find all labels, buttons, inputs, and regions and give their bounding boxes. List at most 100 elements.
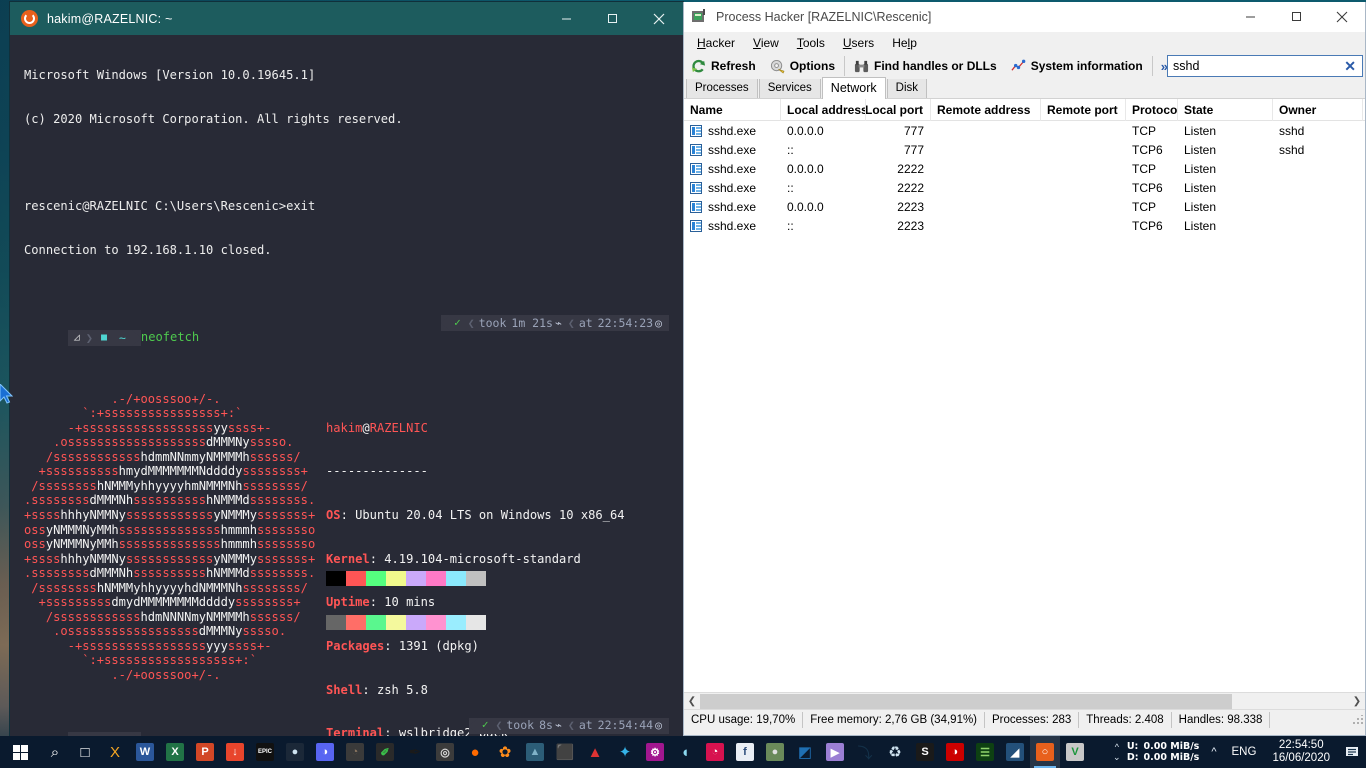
archlinux-icon[interactable]: ▲ [580, 736, 610, 768]
process-hacker-menubar[interactable]: HHackeracker View Tools Users Help [684, 32, 1365, 53]
obs-studio-icon[interactable]: ◎ [430, 736, 460, 768]
steam-icon[interactable]: ● [280, 736, 310, 768]
recycle-bin-icon[interactable]: ♻ [880, 736, 910, 768]
color-wheel-icon[interactable]: ● [460, 736, 490, 768]
discord-icon[interactable]: ◑ [310, 736, 340, 768]
suse-icon[interactable]: ◖ [670, 736, 700, 768]
word-icon[interactable]: W [130, 736, 160, 768]
refresh-button[interactable]: Refresh [684, 54, 763, 78]
close-icon[interactable] [1319, 2, 1365, 32]
minimize-icon[interactable] [1227, 2, 1273, 32]
maximize-icon[interactable] [1273, 2, 1319, 32]
process-hacker-tabs[interactable]: Processes Services Network Disk [684, 77, 1365, 99]
column-header-protocol[interactable]: Protocol [1126, 98, 1178, 121]
inkscape-icon[interactable]: ✒ [400, 736, 430, 768]
search-input[interactable] [1168, 59, 1339, 73]
gimp-icon[interactable]: ◔ [340, 736, 370, 768]
search-box[interactable]: ✕ [1167, 55, 1363, 77]
scroll-left-icon[interactable]: ❮ [684, 694, 700, 709]
tray-spinner-icon[interactable]: ^ ⌄ [1110, 736, 1124, 768]
process-hacker-titlebar[interactable]: Process Hacker [RAZELNIC\Rescenic] [684, 2, 1365, 32]
network-table-header[interactable]: Name Local address Local port ⌃ Remote addre… [684, 98, 1365, 121]
tab-processes[interactable]: Processes [686, 78, 758, 98]
terminal-window-controls[interactable] [543, 2, 683, 35]
windows-start-icon[interactable] [0, 736, 40, 768]
tab-services[interactable]: Services [758, 78, 821, 98]
sailfish-icon[interactable]: ◢ [1000, 736, 1030, 768]
excel-icon[interactable]: X [160, 736, 190, 768]
column-header-local-address[interactable]: Local address [781, 98, 866, 121]
terminal-window[interactable]: hakim@RAZELNIC: ~ Microsoft Windows [Ver… [10, 2, 683, 736]
hook-icon[interactable]: ⤵ [850, 736, 880, 768]
find-handles-button[interactable]: Find handles or DLLs [847, 54, 1004, 78]
network-table-body[interactable]: sshd.exe 0.0.0.0 777 TCP Listen sshd sshd.exe:… [684, 121, 1365, 235]
clear-x-icon[interactable]: ✕ [1338, 58, 1362, 75]
maximize-icon[interactable] [589, 2, 635, 35]
minimize-icon[interactable] [543, 2, 589, 35]
horizontal-scrollbar[interactable]: ❮ ❯ [684, 692, 1365, 709]
terminal-titlebar[interactable]: hakim@RAZELNIC: ~ [10, 2, 683, 35]
mint-icon[interactable]: ☰ [970, 736, 1000, 768]
mountain-icon[interactable]: ▲ [520, 736, 550, 768]
media-player-icon[interactable]: ▶ [820, 736, 850, 768]
column-header-name[interactable]: Name [684, 98, 781, 121]
process-hacker-window[interactable]: Process Hacker [RAZELNIC\Rescenic] HHack… [683, 2, 1366, 736]
clock[interactable]: 22:54:50 16/06/2020 [1264, 739, 1338, 765]
epic-games-icon[interactable]: EPIC [250, 736, 280, 768]
pdf-reader-icon[interactable]: ↓ [220, 736, 250, 768]
inkscape-bottle-icon[interactable]: ✐ [370, 736, 400, 768]
table-row[interactable]: sshd.exe:: 777 TCP6 Listen sshd [684, 140, 1365, 159]
windows-taskbar[interactable]: ⌕ □ X W X P ↓ EPIC ● ◑ ◔ ✐ ✒ ◎ ● ✿ ▲ ⬛ ▲ ✦ ⚙ ◖ ◔ f ● ◩ ▶ ⤵ ♻ S ◑ ☰ ◢ ○ V ^… [0, 736, 1366, 768]
table-row[interactable]: sshd.exe:: 2223 TCP6 Listen [684, 216, 1365, 235]
system-information-button[interactable]: System information [1004, 54, 1150, 78]
column-header-remote-port[interactable]: Remote port [1041, 98, 1126, 121]
table-row[interactable]: sshd.exe 0.0.0.0 2222 TCP Listen [684, 159, 1365, 178]
krita-icon[interactable]: ✿ [490, 736, 520, 768]
search-icon[interactable]: ⌕ [40, 736, 70, 768]
network-connections-list[interactable]: Name Local address Local port ⌃ Remote addre… [684, 98, 1365, 692]
tab-disk[interactable]: Disk [886, 78, 928, 98]
language-indicator[interactable]: ENG [1224, 746, 1265, 758]
menu-item-hacker[interactable]: HHackeracker [688, 34, 744, 52]
taskbar-items[interactable]: ⌕ □ X W X P ↓ EPIC ● ◑ ◔ ✐ ✒ ◎ ● ✿ ▲ ⬛ ▲ ✦ ⚙ ◖ ◔ f ● ◩ ▶ ⤵ ♻ S ◑ ☰ ◢ ○ V [40, 736, 1090, 768]
table-row[interactable]: sshd.exe 0.0.0.0 2223 TCP Listen [684, 197, 1365, 216]
debian-icon[interactable]: ◔ [700, 736, 730, 768]
fedora-gear-icon[interactable]: ⚙ [640, 736, 670, 768]
system-tray[interactable]: ^ ⌄ U: D: 0.00 MiB/s 0.00 MiB/s ^ ENG 22:… [1110, 736, 1366, 768]
column-header-owner[interactable]: Owner [1273, 98, 1363, 121]
resize-grip-icon[interactable] [1353, 714, 1363, 725]
column-header-state[interactable]: State [1178, 98, 1273, 121]
redhat-icon[interactable]: ◑ [940, 736, 970, 768]
process-hacker-toolbar[interactable]: Refresh Options Find handles or DLLs Sys… [684, 53, 1365, 79]
menu-item-users[interactable]: Users [834, 34, 883, 52]
xnview-icon[interactable]: X [100, 736, 130, 768]
task-view-icon[interactable]: □ [70, 736, 100, 768]
chevron-up-icon[interactable]: ^ [1204, 746, 1223, 758]
vim-icon[interactable]: V [1060, 736, 1090, 768]
manjaro-star-icon[interactable]: ✦ [610, 736, 640, 768]
slackware-icon[interactable]: S [910, 736, 940, 768]
terminal-body[interactable]: Microsoft Windows [Version 10.0.19645.1]… [10, 35, 683, 736]
scrollbar-track[interactable] [700, 693, 1349, 709]
ubuntu-icon[interactable]: ○ [1030, 736, 1060, 768]
notifications-icon[interactable] [1338, 736, 1366, 768]
fedora-icon[interactable]: f [730, 736, 760, 768]
column-header-remote-address[interactable]: Remote address [931, 98, 1041, 121]
tux-icon[interactable]: ● [760, 736, 790, 768]
scrollbar-thumb[interactable] [700, 693, 1233, 709]
menu-item-view[interactable]: View [744, 34, 788, 52]
close-icon[interactable] [635, 2, 683, 35]
network-meter[interactable]: U: D: 0.00 MiB/s 0.00 MiB/s [1124, 741, 1205, 763]
virtualbox-icon[interactable]: ⬛ [550, 736, 580, 768]
table-row[interactable]: sshd.exe 0.0.0.0 777 TCP Listen sshd [684, 121, 1365, 140]
options-button[interactable]: Options [763, 54, 842, 78]
tab-network[interactable]: Network [821, 77, 886, 99]
table-row[interactable]: sshd.exe:: 2222 TCP6 Listen [684, 178, 1365, 197]
kali-icon[interactable]: ◩ [790, 736, 820, 768]
column-header-local-port[interactable]: Local port ⌃ [866, 98, 931, 121]
scroll-right-icon[interactable]: ❯ [1349, 694, 1365, 709]
menu-item-tools[interactable]: Tools [788, 34, 834, 52]
process-hacker-window-controls[interactable] [1227, 2, 1365, 32]
menu-item-help[interactable]: Help [883, 34, 926, 52]
powerpoint-icon[interactable]: P [190, 736, 220, 768]
